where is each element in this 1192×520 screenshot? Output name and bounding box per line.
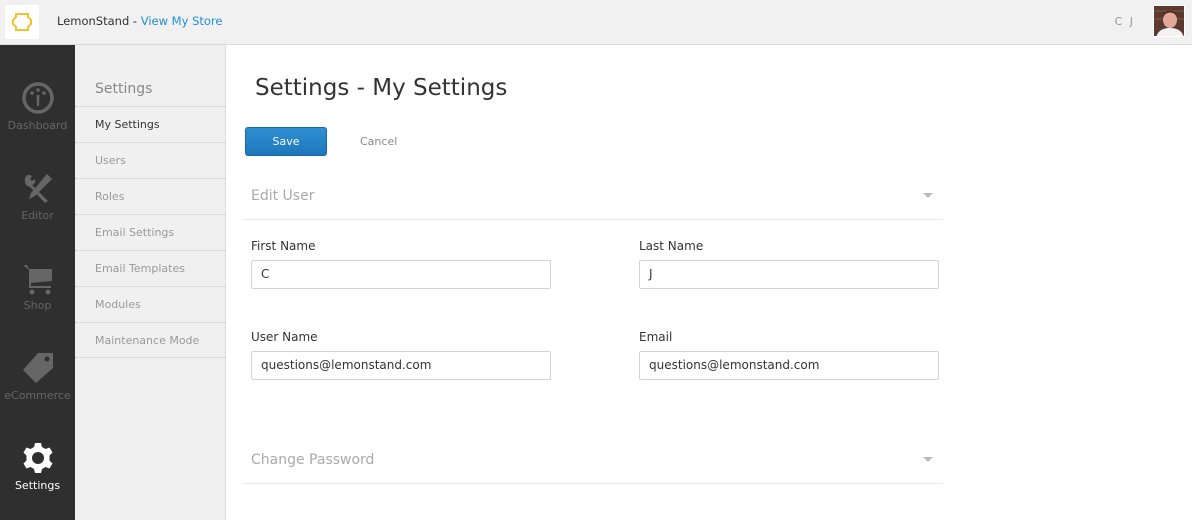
shopping-cart-icon	[22, 265, 52, 295]
nav-label-settings: Settings	[14, 479, 61, 492]
user-initials[interactable]: C J	[1115, 15, 1135, 28]
avatar[interactable]	[1153, 5, 1185, 37]
nav-item-shop[interactable]: Shop	[0, 261, 75, 331]
settings-subnav: Settings My Settings Users Roles Email S…	[75, 45, 226, 520]
top-bar: LemonStand - View My Store C J	[0, 0, 1192, 45]
user-name-field-group: User Name questions@lemonstand.com	[251, 330, 551, 380]
page-title: Settings - My Settings	[255, 75, 508, 101]
nav-item-editor[interactable]: Editor	[0, 171, 75, 241]
subnav-list: My Settings Users Roles Email Settings E…	[75, 106, 225, 358]
change-password-title: Change Password	[251, 452, 375, 468]
email-label: Email	[639, 330, 673, 344]
subnav-item-modules[interactable]: Modules	[75, 286, 225, 322]
main-nav: Dashboard Editor Shop eCommerce Settings	[0, 45, 75, 520]
brand: LemonStand - View My Store	[57, 14, 222, 28]
price-tag-icon	[22, 353, 53, 383]
subnav-item-my-settings[interactable]: My Settings	[75, 106, 225, 142]
first-name-input[interactable]: C	[251, 260, 551, 289]
view-my-store-link[interactable]: View My Store	[141, 14, 223, 28]
user-name-label: User Name	[251, 330, 318, 344]
change-password-section-header[interactable]: Change Password	[243, 439, 943, 484]
tools-icon	[24, 174, 52, 203]
first-name-field-group: First Name C	[251, 239, 551, 289]
dashboard-gauge-icon	[21, 82, 54, 114]
lemonstand-logo[interactable]	[5, 5, 39, 39]
last-name-label: Last Name	[639, 239, 704, 253]
edit-user-title: Edit User	[251, 188, 315, 204]
edit-user-section-header[interactable]: Edit User	[243, 175, 943, 220]
nav-label-ecommerce: eCommerce	[4, 389, 71, 402]
subnav-item-email-templates[interactable]: Email Templates	[75, 250, 225, 286]
gear-icon	[23, 443, 52, 473]
nav-label-shop: Shop	[23, 299, 52, 312]
brand-name: LemonStand	[57, 14, 130, 28]
nav-label-dashboard: Dashboard	[7, 119, 68, 132]
last-name-field-group: Last Name J	[639, 239, 939, 289]
cancel-button[interactable]: Cancel	[360, 135, 397, 148]
nav-label-editor: Editor	[21, 209, 54, 222]
chevron-down-icon	[923, 457, 933, 462]
subnav-item-email-settings[interactable]: Email Settings	[75, 214, 225, 250]
subnav-item-users[interactable]: Users	[75, 142, 225, 178]
first-name-label: First Name	[251, 239, 316, 253]
subnav-item-roles[interactable]: Roles	[75, 178, 225, 214]
main-content: Settings - My Settings Save Cancel Edit …	[227, 45, 1192, 520]
lemonstand-logo-icon	[12, 13, 32, 31]
chevron-down-icon	[923, 193, 933, 198]
email-field-group: Email questions@lemonstand.com	[639, 330, 939, 380]
save-button[interactable]: Save	[245, 127, 327, 156]
nav-item-dashboard[interactable]: Dashboard	[0, 81, 75, 151]
user-name-input[interactable]: questions@lemonstand.com	[251, 351, 551, 380]
subnav-item-maintenance-mode[interactable]: Maintenance Mode	[75, 322, 225, 358]
nav-item-settings[interactable]: Settings	[0, 441, 75, 511]
email-input[interactable]: questions@lemonstand.com	[639, 351, 939, 380]
subnav-title: Settings	[95, 81, 153, 97]
nav-item-ecommerce[interactable]: eCommerce	[0, 351, 75, 421]
last-name-input[interactable]: J	[639, 260, 939, 289]
brand-separator: -	[129, 14, 141, 28]
avatar-photo-icon	[1154, 6, 1184, 36]
